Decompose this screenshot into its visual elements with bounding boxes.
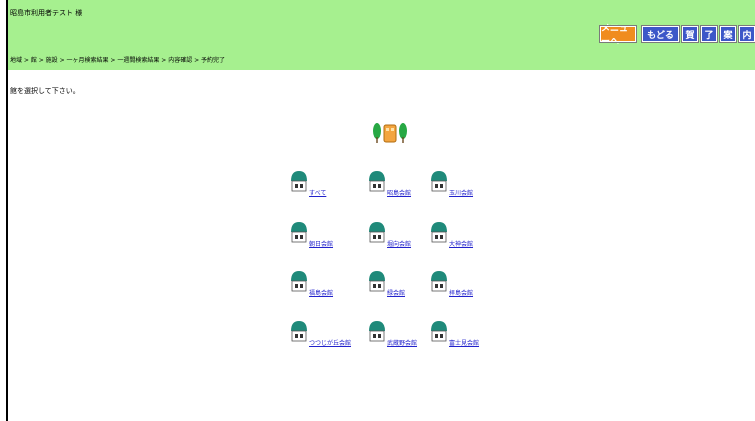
house-icon	[431, 222, 447, 243]
house-icon	[369, 222, 385, 243]
venue-label: 拝島会館	[449, 290, 474, 297]
menu-button[interactable]: メニューへ	[599, 24, 637, 47]
venue-link-tsutsujigaoka[interactable]: つつじが丘会館	[290, 320, 370, 350]
nav-button-4[interactable]: 内	[738, 25, 755, 43]
back-button[interactable]: もどる	[641, 25, 680, 43]
venue-label: 緑会館	[387, 290, 406, 297]
venue-label: 福島会館	[309, 290, 334, 297]
header-bar: 昭島市利用者テスト 様 メニューへ もどる 賀 了 案 内 地域 > 館 > 施…	[8, 0, 755, 70]
house-icon	[291, 222, 307, 243]
nav-buttons: メニューへ もどる 賀 了 案 内	[599, 24, 755, 47]
venue-label: 昭島会館	[387, 190, 412, 197]
house-icon	[369, 171, 385, 192]
venue-link-asahi[interactable]: 朝日会館	[290, 221, 370, 251]
venue-link-tamagawa[interactable]: 玉川会館	[430, 170, 510, 200]
venue-link-ogami[interactable]: 大神会館	[430, 221, 510, 251]
venue-label: 玉川会館	[449, 190, 474, 197]
page-frame: 昭島市利用者テスト 様 メニューへ もどる 賀 了 案 内 地域 > 館 > 施…	[6, 0, 755, 421]
house-icon	[291, 321, 307, 342]
user-greeting: 昭島市利用者テスト 様	[10, 9, 83, 17]
house-icon	[431, 321, 447, 342]
venue-link-fujimi[interactable]: 富士見会館	[430, 320, 510, 350]
venue-link-fukushima[interactable]: 福島会館	[290, 270, 370, 300]
venue-link-haijima[interactable]: 拝島会館	[430, 270, 510, 300]
nav-button-2[interactable]: 了	[700, 25, 718, 43]
venue-label: つつじが丘会館	[309, 340, 352, 347]
house-icon	[291, 171, 307, 192]
house-icon	[291, 271, 307, 292]
venue-label: すべて	[309, 190, 327, 197]
house-icon	[431, 171, 447, 192]
venue-label: 富士見会館	[449, 340, 480, 347]
venue-link-all[interactable]: すべて	[290, 170, 370, 200]
venue-label: 堀向会館	[387, 241, 412, 248]
venue-label: 朝日会館	[309, 241, 334, 248]
venue-label: 大神会館	[449, 241, 474, 248]
breadcrumb: 地域 > 館 > 施設 > 一ヶ月検索結果 > 一週間検索結果 > 内容確認 >…	[10, 57, 226, 64]
house-icon	[369, 321, 385, 342]
nav-button-3[interactable]: 案	[719, 25, 737, 43]
trees-with-building-icon	[373, 123, 407, 143]
nav-button-1[interactable]: 賀	[681, 25, 699, 43]
venue-label: 武蔵野会館	[387, 340, 418, 347]
house-icon	[369, 271, 385, 292]
instruction-text: 館を選択して下さい。	[10, 87, 80, 95]
house-icon	[431, 271, 447, 292]
